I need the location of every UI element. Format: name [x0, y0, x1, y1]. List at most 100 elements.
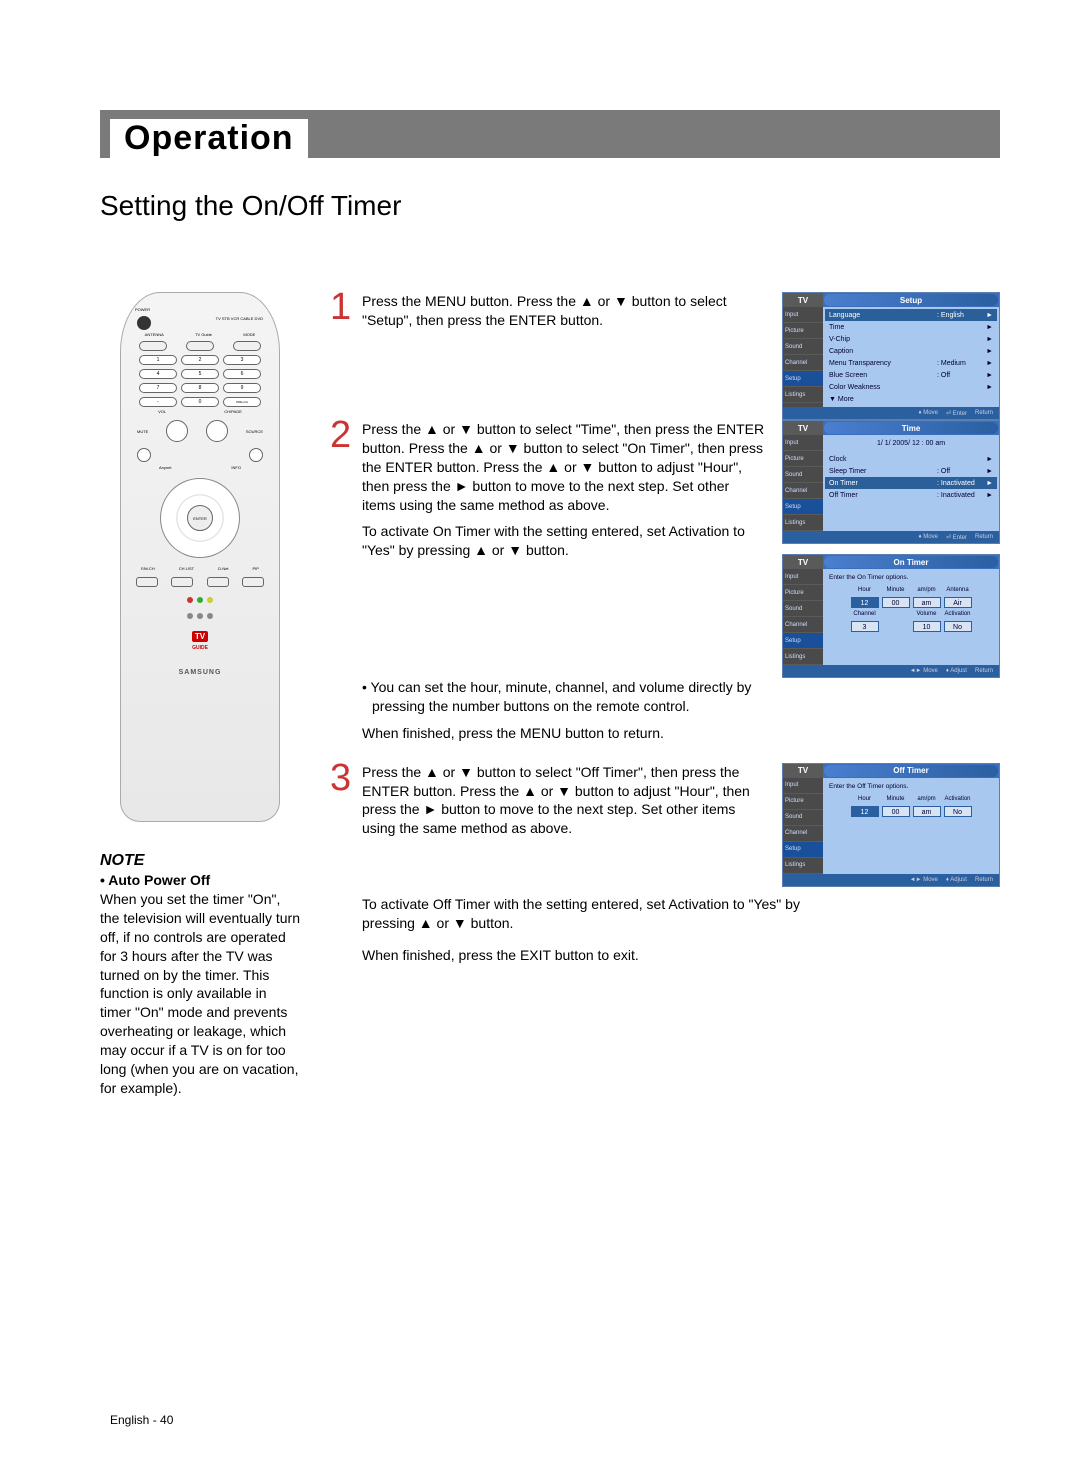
num-2: 2	[181, 355, 219, 365]
osd-tv-badge: TV	[783, 764, 823, 778]
step-2-text-1: Press the ▲ or ▼ button to select "Time"…	[362, 420, 766, 514]
ontimer-hour: 12	[851, 597, 879, 608]
ontimer-ampm: am	[913, 597, 941, 608]
section-title: Operation	[124, 119, 294, 158]
row-language: Language	[829, 312, 937, 319]
side-setup: Setup	[783, 499, 823, 515]
row-menutrans: Menu Transparency	[829, 360, 937, 367]
side-picture: Picture	[783, 451, 823, 467]
power-label: POWER	[135, 307, 150, 312]
num-6: 6	[223, 369, 261, 379]
offtimer-hint: Enter the Off Timer options.	[825, 780, 997, 793]
side-input: Input	[783, 569, 823, 585]
mute-button	[137, 448, 151, 462]
page-footer: English - 40	[110, 1413, 173, 1427]
right-column: 1 Press the MENU button. Press the ▲ or …	[330, 292, 1000, 1098]
row-offtimer: Off Timer	[829, 492, 937, 499]
vol-rocker	[166, 420, 188, 442]
number-pad: 1 2 3 4 5 6 7 8 9 - 0 PRE-CH	[129, 355, 271, 407]
side-channel: Channel	[783, 617, 823, 633]
side-picture: Picture	[783, 585, 823, 601]
power-button-icon	[137, 316, 151, 330]
osd-ontimer-title: On Timer	[824, 556, 998, 568]
info-label: INFO	[231, 465, 241, 470]
side-sound: Sound	[783, 467, 823, 483]
row-sleeptimer: Sleep Timer	[829, 468, 937, 475]
ontimer-antenna: Air	[944, 597, 972, 608]
ontimer-minute: 00	[882, 597, 910, 608]
side-input: Input	[783, 435, 823, 451]
num-dash: -	[139, 397, 177, 407]
step-2-text-2: To activate On Timer with the setting en…	[362, 522, 766, 560]
dnet-label: D-Net	[218, 566, 228, 571]
tv-guide-logo: TVGUIDE	[129, 631, 271, 651]
row-bluescreen: Blue Screen	[829, 372, 937, 379]
step-2-bullet: • You can set the hour, minute, channel,…	[362, 678, 802, 716]
osd-offtimer-title: Off Timer	[824, 765, 998, 777]
row-caption: Caption	[829, 348, 937, 355]
side-channel: Channel	[783, 355, 823, 371]
section-bar: Operation	[100, 110, 1000, 158]
side-setup: Setup	[783, 842, 823, 858]
side-picture: Picture	[783, 794, 823, 810]
brand-label: SAMSUNG	[129, 669, 271, 676]
manual-page: Operation Setting the On/Off Timer POWER…	[0, 0, 1080, 1473]
side-input: Input	[783, 778, 823, 794]
step-2-number: 2	[330, 420, 354, 568]
step-1-text: Press the MENU button. Press the ▲ or ▼ …	[362, 292, 774, 330]
chlist-label: CH LIST	[179, 566, 194, 571]
osd-off-timer: TVOff Timer Input Picture Sound Channel …	[782, 763, 1000, 887]
osd-tv-badge: TV	[783, 421, 823, 435]
step-2: 2 Press the ▲ or ▼ button to select "Tim…	[330, 420, 774, 568]
osd-time: TVTime Input Picture Sound Channel Setup…	[782, 420, 1000, 544]
note-body: When you set the timer "On", the televis…	[100, 890, 300, 1098]
side-listings: Listings	[783, 515, 823, 531]
osd-tv-badge: TV	[783, 293, 823, 307]
row-clock: Clock	[829, 456, 937, 463]
step-3-tail-2: When finished, press the EXIT button to …	[362, 946, 802, 965]
dpad: ENTER	[160, 478, 240, 558]
side-channel: Channel	[783, 483, 823, 499]
anynet-label: Anynet	[159, 465, 171, 470]
time-header: 1/ 1/ 2005/ 12 : 00 am	[877, 440, 945, 447]
pip-label: PIP	[253, 566, 259, 571]
step-3-tail-1: To activate Off Timer with the setting e…	[362, 895, 802, 933]
num-3: 3	[223, 355, 261, 365]
osd-on-timer: TVOn Timer Input Picture Sound Channel S…	[782, 554, 1000, 678]
device-labels: TV STB VCR CABLE DVD	[216, 316, 263, 330]
step-2-tail: When finished, press the MENU button to …	[362, 724, 802, 743]
osd-tv-badge: TV	[783, 555, 823, 569]
num-5: 5	[181, 369, 219, 379]
osd-sidebar: Input Picture Sound Channel Setup Listin…	[783, 307, 823, 407]
row-ontimer: On Timer	[829, 480, 937, 487]
step-3-text: Press the ▲ or ▼ button to select "Off T…	[362, 763, 774, 839]
pre-ch: PRE-CH	[223, 397, 261, 407]
side-listings: Listings	[783, 649, 823, 665]
page-subtitle: Setting the On/Off Timer	[100, 190, 1000, 222]
offtimer-ampm: am	[913, 806, 941, 817]
ontimer-channel: 3	[851, 621, 879, 632]
source-label: SOURCE	[246, 429, 263, 434]
num-7: 7	[139, 383, 177, 393]
offtimer-hour: 12	[851, 806, 879, 817]
step-1: 1 Press the MENU button. Press the ▲ or …	[330, 292, 774, 330]
ontimer-hint: Enter the On Timer options.	[825, 571, 997, 584]
num-4: 4	[139, 369, 177, 379]
ch-rocker	[206, 420, 228, 442]
side-setup: Setup	[783, 371, 823, 387]
step-3: 3 Press the ▲ or ▼ button to select "Off…	[330, 763, 774, 839]
left-column: POWER TV STB VCR CABLE DVD ANTENNATV Gui…	[100, 292, 300, 1098]
num-8: 8	[181, 383, 219, 393]
side-picture: Picture	[783, 323, 823, 339]
offtimer-minute: 00	[882, 806, 910, 817]
num-9: 9	[223, 383, 261, 393]
source-button	[249, 448, 263, 462]
offtimer-activation: No	[944, 806, 972, 817]
remote-control-illustration: POWER TV STB VCR CABLE DVD ANTENNATV Gui…	[120, 292, 280, 822]
note-heading: NOTE	[100, 852, 300, 870]
osd-setup: TV Setup Input Picture Sound Channel Setu…	[782, 292, 1000, 420]
ch-label: CH/PAGE	[224, 409, 242, 414]
side-listings: Listings	[783, 387, 823, 403]
step-1-number: 1	[330, 292, 354, 330]
side-sound: Sound	[783, 810, 823, 826]
